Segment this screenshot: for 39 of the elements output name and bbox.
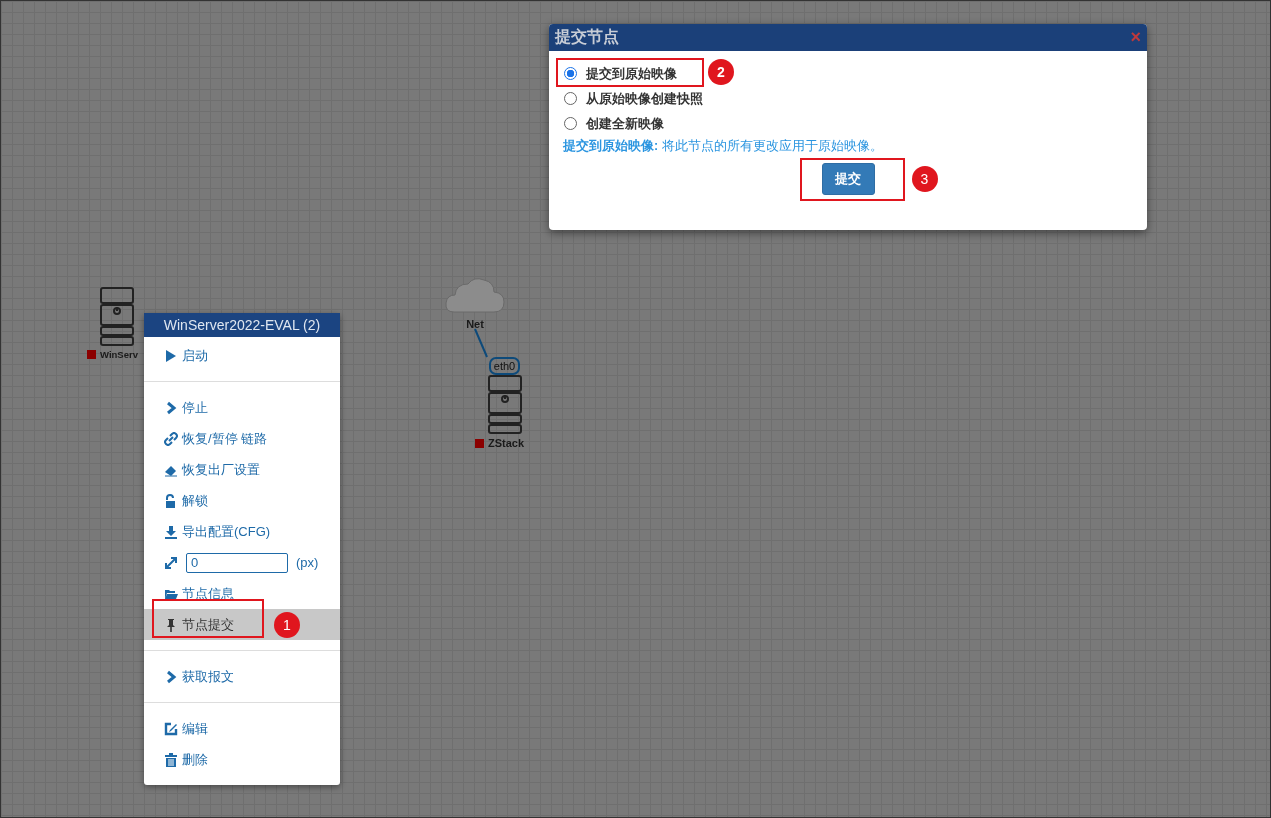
size-input[interactable]: 0 bbox=[186, 552, 288, 573]
node-label[interactable]: WinServ bbox=[100, 349, 138, 360]
dialog-title: 提交节点 bbox=[555, 27, 619, 47]
menu-item[interactable]: 恢复出厂设置 bbox=[144, 454, 340, 485]
play-icon bbox=[164, 348, 178, 363]
download-icon bbox=[164, 524, 178, 539]
chevron-icon bbox=[164, 669, 178, 684]
menu-item[interactable]: 恢复/暂停 链路 bbox=[144, 423, 340, 454]
radio-button[interactable] bbox=[564, 117, 577, 130]
node-label[interactable]: Net bbox=[466, 318, 484, 330]
radio-button[interactable] bbox=[564, 67, 577, 80]
description-text: 提交到原始映像: 将此节点的所有更改应用于原始映像。 bbox=[563, 138, 884, 155]
option-label[interactable]: 提交到原始映像 bbox=[586, 64, 677, 83]
menu-item[interactable]: 停止 bbox=[144, 392, 340, 423]
chevron-icon bbox=[164, 400, 178, 415]
server-icon[interactable] bbox=[486, 375, 523, 435]
menu-item[interactable]: 删除 bbox=[144, 744, 340, 775]
unlock-icon bbox=[164, 493, 178, 508]
interface-label: eth0 bbox=[488, 357, 521, 375]
option-label[interactable]: 从原始映像创建快照 bbox=[586, 89, 703, 108]
trash-icon bbox=[164, 752, 178, 767]
step-badge: 2 bbox=[708, 59, 734, 85]
link-icon bbox=[164, 431, 178, 446]
menu-item[interactable]: 导出配置(CFG) bbox=[144, 516, 340, 547]
resize-icon bbox=[164, 555, 178, 570]
submit-button[interactable]: 提交 bbox=[821, 163, 875, 195]
menu-item[interactable]: 获取报文 bbox=[144, 661, 340, 692]
server-icon[interactable] bbox=[99, 287, 136, 347]
radio-button[interactable] bbox=[564, 92, 577, 105]
link-line bbox=[474, 328, 488, 358]
menu-item[interactable]: 启动 bbox=[144, 340, 340, 371]
menu-title: WinServer2022-EVAL (2) bbox=[144, 313, 340, 337]
menu-item[interactable]: 编辑 bbox=[144, 713, 340, 744]
step-badge: 3 bbox=[911, 166, 938, 192]
unit-label: (px) bbox=[296, 555, 319, 570]
edit-icon bbox=[164, 721, 178, 736]
menu-item[interactable]: 解锁 bbox=[144, 485, 340, 516]
node-label[interactable]: ZStack bbox=[488, 437, 525, 449]
option-label[interactable]: 创建全新映像 bbox=[586, 114, 664, 133]
